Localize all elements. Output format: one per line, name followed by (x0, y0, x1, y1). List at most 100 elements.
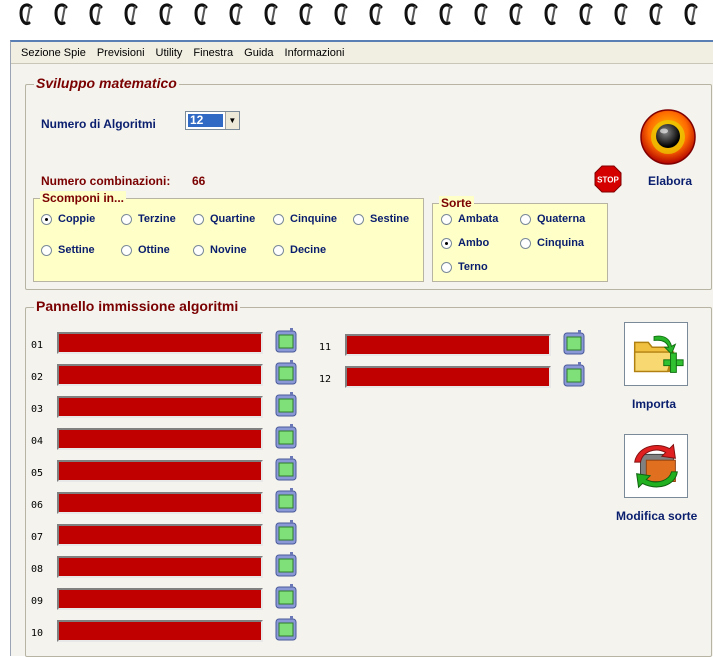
scomponi-radio-decine[interactable]: Decine (273, 244, 326, 256)
algoritmo-input-12[interactable] (345, 366, 551, 388)
radio-indicator[interactable] (520, 213, 531, 225)
device-icon[interactable] (275, 584, 297, 610)
spiral-ring (439, 3, 453, 25)
device-icon[interactable] (563, 362, 585, 388)
algoritmo-number: 06 (31, 500, 44, 511)
radio-indicator[interactable] (41, 244, 52, 256)
stop-icon[interactable]: STOP (594, 165, 622, 193)
algoritmo-input-10[interactable] (57, 620, 263, 642)
algoritmo-input-04[interactable] (57, 428, 263, 450)
algoritmo-input-07[interactable] (57, 524, 263, 546)
scomponi-radio-quartine[interactable]: Quartine (193, 213, 255, 225)
elabora-label[interactable]: Elabora (648, 174, 692, 188)
radio-label: Coppie (58, 213, 96, 225)
sorte-radio-ambata[interactable]: Ambata (441, 213, 498, 225)
scomponi-group: Scomponi in... (33, 191, 424, 282)
radio-indicator[interactable] (441, 237, 452, 249)
algoritmo-input-08[interactable] (57, 556, 263, 578)
radio-indicator[interactable] (121, 213, 132, 225)
scomponi-radio-cinquine[interactable]: Cinquine (273, 213, 337, 225)
algoritmo-input-06[interactable] (57, 492, 263, 514)
radio-label: Novine (210, 244, 247, 256)
sorte-radio-cinquina[interactable]: Cinquina (520, 237, 584, 249)
device-icon[interactable] (275, 360, 297, 386)
sorte-radio-ambo[interactable]: Ambo (441, 237, 489, 249)
menu-informazioni[interactable]: Informazioni (279, 47, 350, 59)
radio-label: Cinquina (537, 237, 585, 249)
algoritmo-number: 04 (31, 436, 44, 447)
chevron-down-icon[interactable]: ▼ (224, 112, 239, 129)
radio-indicator[interactable] (520, 237, 531, 249)
radio-indicator[interactable] (273, 213, 284, 225)
algoritmo-input-11[interactable] (345, 334, 551, 356)
device-icon[interactable] (275, 616, 297, 642)
radio-label: Terno (458, 261, 488, 273)
algoritmo-number: 09 (31, 596, 44, 607)
radio-indicator[interactable] (441, 261, 452, 273)
algoritmo-number: 10 (31, 628, 44, 639)
algoritmo-input-02[interactable] (57, 364, 263, 386)
algoritmo-number: 08 (31, 564, 44, 575)
elabora-button-icon[interactable] (639, 108, 697, 166)
menu-finestra[interactable]: Finestra (187, 47, 238, 59)
algoritmo-input-05[interactable] (57, 460, 263, 482)
menu-utility[interactable]: Utility (150, 47, 188, 59)
main-window: Sezione Spie Previsioni Utility Finestra… (10, 40, 713, 657)
scomponi-radio-sestine[interactable]: Sestine (353, 213, 409, 225)
spiral-ring (684, 3, 698, 25)
algoritmo-input-09[interactable] (57, 588, 263, 610)
radio-label: Terzine (138, 213, 176, 225)
menu-sezione-spie[interactable]: Sezione Spie (15, 47, 91, 59)
menu-guida[interactable]: Guida (238, 47, 278, 59)
stop-label: STOP (597, 176, 619, 185)
radio-label: Settine (58, 244, 95, 256)
spiral-ring (614, 3, 628, 25)
scomponi-radio-coppie[interactable]: Coppie (41, 213, 95, 225)
combinazioni-label: Numero combinazioni: (41, 174, 171, 188)
radio-indicator[interactable] (121, 244, 132, 256)
radio-label: Quartine (210, 213, 256, 225)
device-icon[interactable] (563, 330, 585, 356)
spiral-ring (509, 3, 523, 25)
radio-label: Ambo (458, 237, 490, 249)
algoritmo-input-01[interactable] (57, 332, 263, 354)
radio-indicator[interactable] (273, 244, 284, 256)
scomponi-radio-ottine[interactable]: Ottine (121, 244, 170, 256)
sorte-title: Sorte (439, 196, 474, 210)
device-icon[interactable] (275, 456, 297, 482)
radio-indicator[interactable] (193, 244, 204, 256)
device-icon[interactable] (275, 488, 297, 514)
spiral-ring (334, 3, 348, 25)
importa-button[interactable] (624, 322, 688, 386)
radio-indicator[interactable] (441, 213, 452, 225)
device-icon[interactable] (275, 328, 297, 354)
device-icon[interactable] (275, 552, 297, 578)
device-icon[interactable] (275, 424, 297, 450)
scomponi-radio-settine[interactable]: Settine (41, 244, 95, 256)
num-algoritmi-label: Numero di Algoritmi (41, 117, 156, 131)
num-algoritmi-select[interactable]: 12 ▼ (185, 111, 240, 130)
modifica-sorte-label[interactable]: Modifica sorte (616, 509, 697, 523)
radio-label: Cinquine (290, 213, 338, 225)
scomponi-radio-novine[interactable]: Novine (193, 244, 247, 256)
num-algoritmi-value: 12 (188, 114, 223, 127)
radio-indicator[interactable] (41, 213, 52, 225)
spiral-ring (159, 3, 173, 25)
sorte-radio-terno[interactable]: Terno (441, 261, 488, 273)
menu-previsioni[interactable]: Previsioni (91, 47, 150, 59)
algoritmo-number: 05 (31, 468, 44, 479)
modifica-sorte-button[interactable] (624, 434, 688, 498)
radio-indicator[interactable] (193, 213, 204, 225)
algoritmo-number: 07 (31, 532, 44, 543)
algoritmo-input-03[interactable] (57, 396, 263, 418)
spiral-ring (649, 3, 663, 25)
refresh-edit-icon (634, 443, 678, 489)
device-icon[interactable] (275, 520, 297, 546)
scomponi-radio-terzine[interactable]: Terzine (121, 213, 176, 225)
spiral-ring (124, 3, 138, 25)
sorte-radio-quaterna[interactable]: Quaterna (520, 213, 585, 225)
radio-indicator[interactable] (353, 213, 364, 225)
algoritmo-number: 03 (31, 404, 44, 415)
device-icon[interactable] (275, 392, 297, 418)
importa-label[interactable]: Importa (632, 397, 676, 411)
